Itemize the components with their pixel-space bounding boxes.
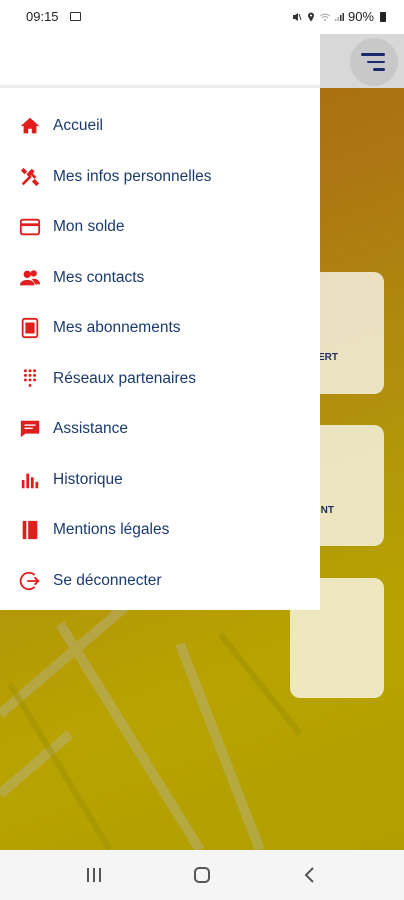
status-right: 90% xyxy=(292,9,386,24)
home-button[interactable] xyxy=(172,855,232,895)
logout-icon xyxy=(18,569,42,593)
back-button[interactable] xyxy=(280,855,340,895)
home-circle-icon xyxy=(194,867,210,883)
status-time: 09:15 xyxy=(26,9,59,24)
mute-icon xyxy=(292,12,302,21)
menu-item-mon-solde[interactable]: Mon solde xyxy=(0,202,320,253)
location-icon xyxy=(307,12,314,21)
dots-grid-icon xyxy=(18,367,42,391)
home-icon xyxy=(18,114,42,138)
menu-item-label: Mes abonnements xyxy=(53,319,181,337)
book-icon xyxy=(18,518,42,542)
battery-text: 90% xyxy=(347,9,374,24)
menu-item-label: Se déconnecter xyxy=(53,571,162,589)
system-nav-bar xyxy=(0,850,404,900)
drawer-header xyxy=(0,34,320,88)
bar-chart-icon xyxy=(18,468,42,492)
menu-item-label: Réseaux partenaires xyxy=(53,369,197,387)
menu-item-se-deconnecter[interactable]: Se déconnecter xyxy=(0,556,320,607)
signal-icon xyxy=(334,12,344,21)
navigation-drawer: Accueil Mes infos personnelles Mon solde… xyxy=(0,34,320,610)
battery-icon xyxy=(380,11,386,22)
menu-item-label: Mentions légales xyxy=(53,521,170,539)
menu-item-accueil[interactable]: Accueil xyxy=(0,101,320,152)
card-icon xyxy=(18,215,42,239)
contacts-icon xyxy=(18,266,42,290)
menu-item-mes-abonnements[interactable]: Mes abonnements xyxy=(0,303,320,354)
menu-item-label: Mes contacts xyxy=(53,268,145,286)
tools-icon xyxy=(18,165,42,189)
menu-item-label: Historique xyxy=(53,470,123,488)
recents-icon xyxy=(87,868,101,882)
menu-item-assistance[interactable]: Assistance xyxy=(0,404,320,455)
menu-item-label: Accueil xyxy=(53,117,103,135)
card-label: NT xyxy=(320,505,334,516)
image-icon xyxy=(70,12,81,21)
wifi-icon xyxy=(320,13,330,21)
subscription-icon xyxy=(18,316,42,340)
recent-apps-button[interactable] xyxy=(64,855,124,895)
menu-item-mes-contacts[interactable]: Mes contacts xyxy=(0,253,320,304)
menu-item-reseaux-partenaires[interactable]: Réseaux partenaires xyxy=(0,354,320,405)
menu-toggle-button[interactable] xyxy=(350,38,398,86)
drawer-menu: Accueil Mes infos personnelles Mon solde… xyxy=(0,88,320,606)
back-chevron-icon xyxy=(304,867,314,883)
status-bar: 09:15 90% xyxy=(0,0,404,34)
menu-item-label: Mes infos personnelles xyxy=(53,167,212,185)
menu-item-historique[interactable]: Historique xyxy=(0,455,320,506)
chat-icon xyxy=(18,417,42,441)
menu-item-label: Assistance xyxy=(53,420,128,438)
menu-item-mentions-legales[interactable]: Mentions légales xyxy=(0,505,320,556)
card-label: ERT xyxy=(318,352,338,363)
menu-item-label: Mon solde xyxy=(53,218,125,236)
menu-item-infos-personnelles[interactable]: Mes infos personnelles xyxy=(0,152,320,203)
